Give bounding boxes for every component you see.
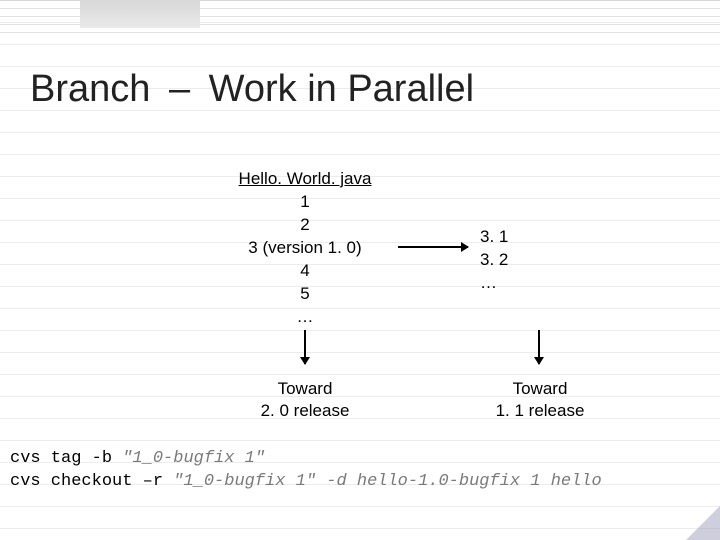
- cmd-keyword: cvs tag -b: [10, 449, 112, 468]
- branch-rev-item: 3. 2: [480, 249, 600, 272]
- rev-item: 5: [215, 283, 395, 306]
- cmd-keyword: cvs checkout –r: [10, 472, 163, 491]
- caption-line: 1. 1 release: [450, 400, 630, 422]
- tab-decoration: [80, 0, 200, 28]
- cmd-arg: "1_0-bugfix 1" -d hello-1.0-bugfix 1 hel…: [163, 472, 602, 491]
- caption-line: 2. 0 release: [215, 400, 395, 422]
- caption-left: Toward 2. 0 release: [215, 378, 395, 422]
- rev-item: 1: [215, 191, 395, 214]
- branch-rev-item: 3. 1: [480, 226, 600, 249]
- down-arrow-icon: [304, 330, 306, 364]
- branch-arrow-icon: [398, 246, 468, 248]
- caption-line: Toward: [450, 378, 630, 400]
- down-arrow-icon: [538, 330, 540, 364]
- branch-revision-list: 3. 1 3. 2 …: [480, 226, 600, 295]
- rev-item: 2: [215, 214, 395, 237]
- page-curl-shadow-icon: [686, 506, 720, 540]
- caption-right: Toward 1. 1 release: [450, 378, 630, 422]
- rev-item: 4: [215, 260, 395, 283]
- file-name: Hello. World. java: [215, 168, 395, 191]
- branch-rev-item: …: [480, 272, 600, 295]
- title-word-b: Work in Parallel: [209, 68, 474, 110]
- title-dash: –: [169, 68, 190, 110]
- rev-item: 3 (version 1. 0): [215, 237, 395, 260]
- main-revision-list: Hello. World. java 1 2 3 (version 1. 0) …: [215, 168, 395, 329]
- slide-title: Branch – Work in Parallel: [30, 68, 474, 111]
- title-word-a: Branch: [30, 68, 150, 110]
- caption-line: Toward: [215, 378, 395, 400]
- rev-item: …: [215, 306, 395, 329]
- command-block: cvs tag -b "1_0-bugfix 1" cvs checkout –…: [10, 448, 602, 494]
- cmd-arg: "1_0-bugfix 1": [112, 449, 265, 468]
